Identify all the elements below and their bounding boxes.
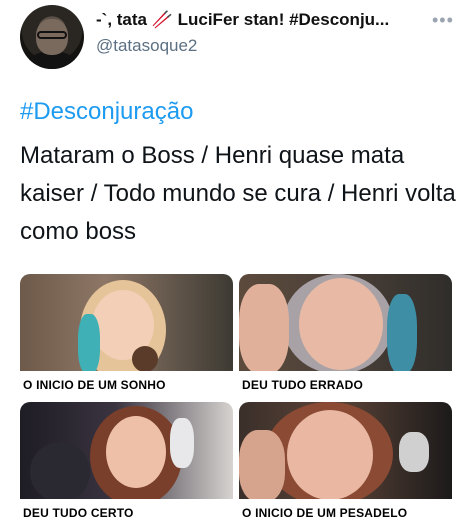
tweet-text: Mataram o Boss / Henri quase mata kaiser… xyxy=(20,142,456,245)
meme-panel-4: O INICIO DE UM PESADELO xyxy=(239,402,452,524)
panel-4-caption: O INICIO DE UM PESADELO xyxy=(242,506,407,520)
panel-3-caption-a: DEU TUDO xyxy=(23,506,91,520)
panel-2-caption: DEU TUDO ERRADO xyxy=(242,378,364,392)
more-icon[interactable]: ••• xyxy=(432,10,454,31)
avatar[interactable] xyxy=(20,5,84,69)
panel-4-caption-a: O INICIO DE UM xyxy=(242,506,340,520)
meme-panel-3: DEU TUDO CERTO xyxy=(20,402,233,524)
panel-3-caption-b: CERTO xyxy=(90,506,134,520)
panel-2-photo xyxy=(239,274,452,371)
display-name[interactable]: -`, tata 🥢 LuciFer stan! #Desconju... xyxy=(96,10,389,30)
hashtag-link[interactable]: #Desconjuração xyxy=(20,98,193,126)
panel-1-photo xyxy=(20,274,233,371)
meme-image[interactable]: O INICIO DE UM SONHO DEU TUDO ERRADO DEU… xyxy=(20,274,452,524)
panel-3-photo xyxy=(20,402,233,499)
panel-1-caption: O INICIO DE UM SONHO xyxy=(23,378,166,392)
meme-panel-1: O INICIO DE UM SONHO xyxy=(20,274,233,396)
avatar-glasses xyxy=(37,31,67,39)
meme-panel-2: DEU TUDO ERRADO xyxy=(239,274,452,396)
panel-4-photo xyxy=(239,402,452,499)
panel-4-caption-b: PESADELO xyxy=(339,506,408,520)
panel-3-caption: DEU TUDO CERTO xyxy=(23,506,134,520)
user-handle[interactable]: @tatasoque2 xyxy=(96,36,197,56)
